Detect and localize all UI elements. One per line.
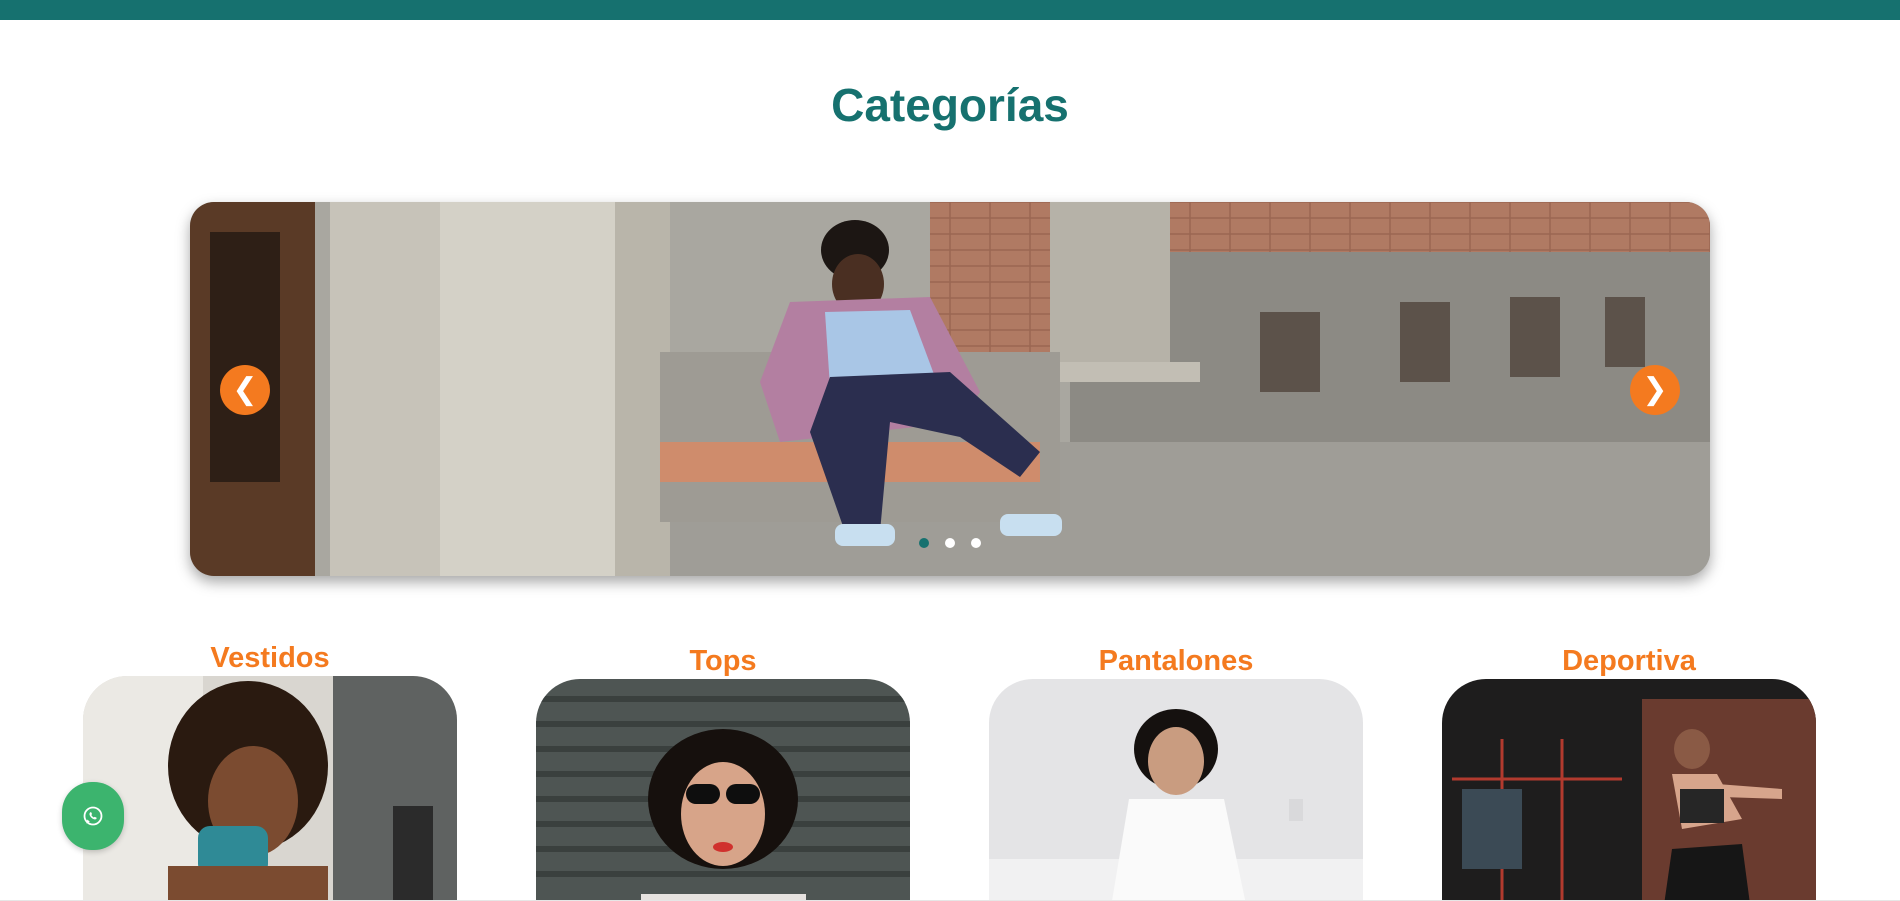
category-card-vestidos[interactable]: Vestidos bbox=[83, 640, 457, 901]
category-image-vestidos[interactable] bbox=[83, 676, 457, 901]
category-card-pantalones[interactable]: Pantalones bbox=[989, 643, 1363, 901]
carousel-prev-button[interactable]: ❮ bbox=[220, 365, 270, 415]
categories-carousel: ❮ ❯ bbox=[190, 202, 1710, 576]
category-image-tops[interactable] bbox=[536, 679, 910, 901]
top-header-bar bbox=[0, 0, 1900, 20]
category-title: Deportiva bbox=[1562, 645, 1696, 677]
whatsapp-icon bbox=[83, 806, 103, 826]
section-title: Categorías bbox=[831, 79, 1069, 131]
whatsapp-floating-button[interactable] bbox=[62, 782, 124, 850]
category-title: Pantalones bbox=[1098, 645, 1254, 677]
category-image-deportiva[interactable] bbox=[1442, 679, 1816, 901]
category-card-tops[interactable]: Tops bbox=[536, 643, 910, 901]
carousel-indicators bbox=[190, 538, 1710, 548]
carousel-next-button[interactable]: ❯ bbox=[1630, 365, 1680, 415]
category-card-deportiva[interactable]: Deportiva bbox=[1442, 643, 1816, 901]
page: Categorías ❮ ❯ Vestidos Tops Pantalones … bbox=[0, 0, 1900, 901]
carousel-dot-3[interactable] bbox=[971, 538, 981, 548]
category-image-pantalones[interactable] bbox=[989, 679, 1363, 901]
category-title: Tops bbox=[689, 645, 757, 677]
carousel-dot-1[interactable] bbox=[919, 538, 929, 548]
carousel-slide-image bbox=[190, 202, 1710, 576]
category-title: Vestidos bbox=[210, 642, 330, 674]
carousel-dot-2[interactable] bbox=[945, 538, 955, 548]
